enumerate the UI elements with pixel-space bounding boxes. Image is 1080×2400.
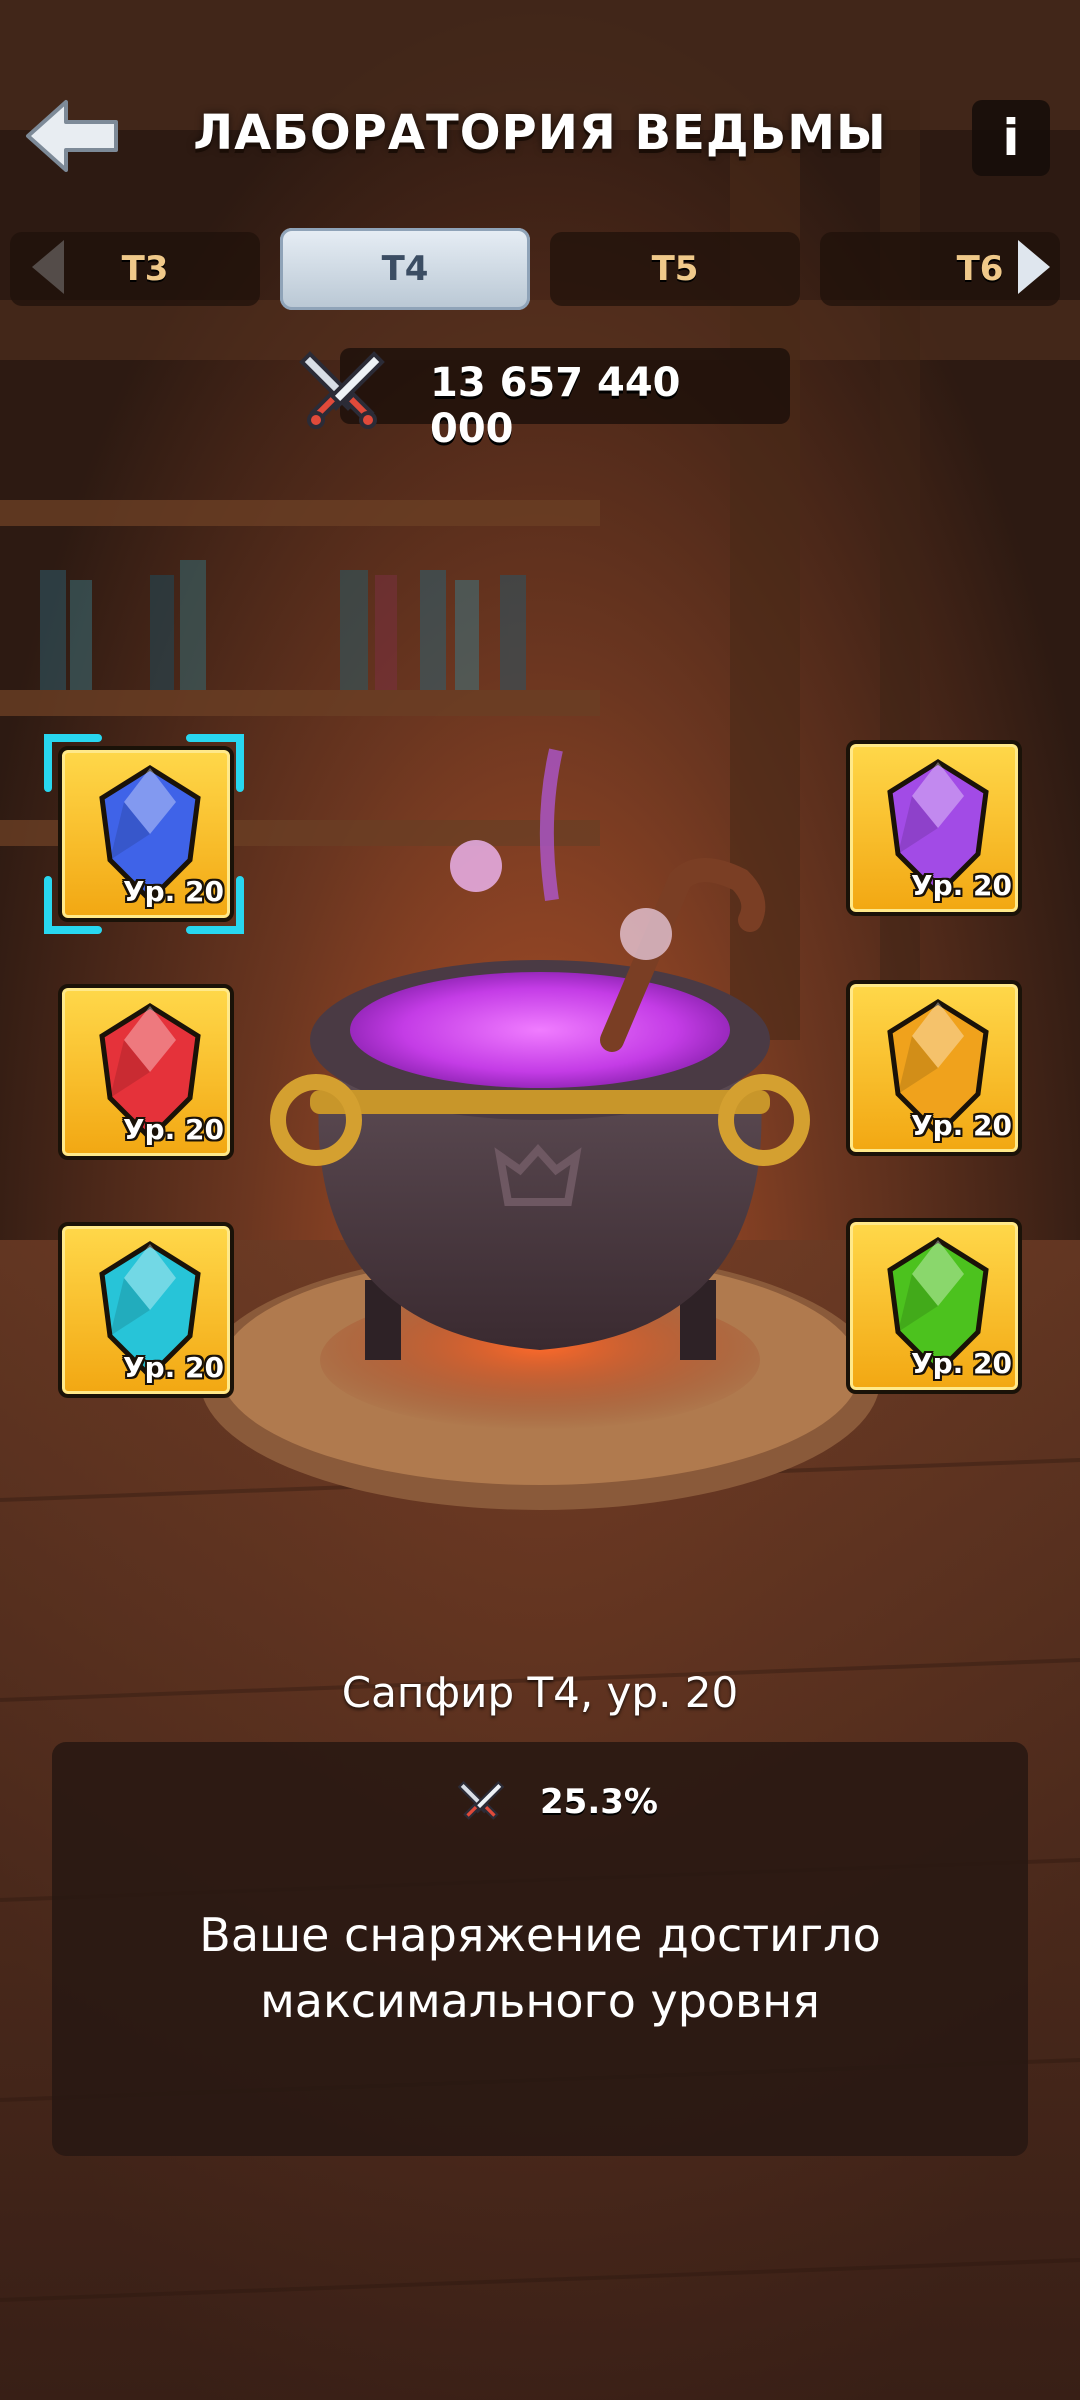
- max-level-message-line2: максимального уровня: [260, 1974, 820, 2028]
- crossed-swords-icon: [456, 1776, 506, 1826]
- gem-slot-aquamarine[interactable]: Ур. 20: [58, 1222, 234, 1398]
- bonus-value: 25.3%: [540, 1782, 658, 1822]
- tab-t5-label: T5: [651, 249, 699, 289]
- gem-level-label: Ур. 20: [123, 875, 224, 908]
- gem-level-label: Ур. 20: [911, 869, 1012, 902]
- gem-level-label: Ур. 20: [123, 1351, 224, 1384]
- triangle-right-icon: [1018, 240, 1050, 294]
- gem-level-label: Ур. 20: [911, 1109, 1012, 1142]
- power-value: 13 657 440 000: [430, 360, 681, 452]
- tab-next-arrow[interactable]: [1010, 232, 1058, 302]
- gem-slot-topaz[interactable]: Ур. 20: [846, 980, 1022, 1156]
- gem-slot-emerald[interactable]: Ур. 20: [846, 1218, 1022, 1394]
- tab-t3-label: T3: [121, 249, 169, 289]
- selected-item-name: Сапфир T4, ур. 20: [341, 1668, 739, 1717]
- tab-t6-label: T6: [956, 249, 1004, 289]
- gem-slot-sapphire[interactable]: Ур. 20: [58, 746, 234, 922]
- tab-t4-label: T4: [381, 249, 429, 289]
- gem-slot-amethyst[interactable]: Ур. 20: [846, 740, 1022, 916]
- crossed-swords-icon: [296, 342, 388, 434]
- max-level-message-line1: Ваше снаряжение достигло: [199, 1908, 881, 1962]
- page-title: ЛАБОРАТОРИЯ ВЕДЬМЫ: [193, 105, 887, 161]
- gem-level-label: Ур. 20: [911, 1347, 1012, 1380]
- gem-level-label: Ур. 20: [123, 1113, 224, 1146]
- tab-t4[interactable]: T4: [280, 228, 530, 310]
- max-level-message: Ваше снаряжение достигло максимального у…: [52, 1902, 1028, 2034]
- gem-slot-ruby[interactable]: Ур. 20: [58, 984, 234, 1160]
- tab-t3[interactable]: T3: [10, 232, 260, 306]
- info-button[interactable]: i: [972, 100, 1050, 176]
- tab-t5[interactable]: T5: [550, 232, 800, 306]
